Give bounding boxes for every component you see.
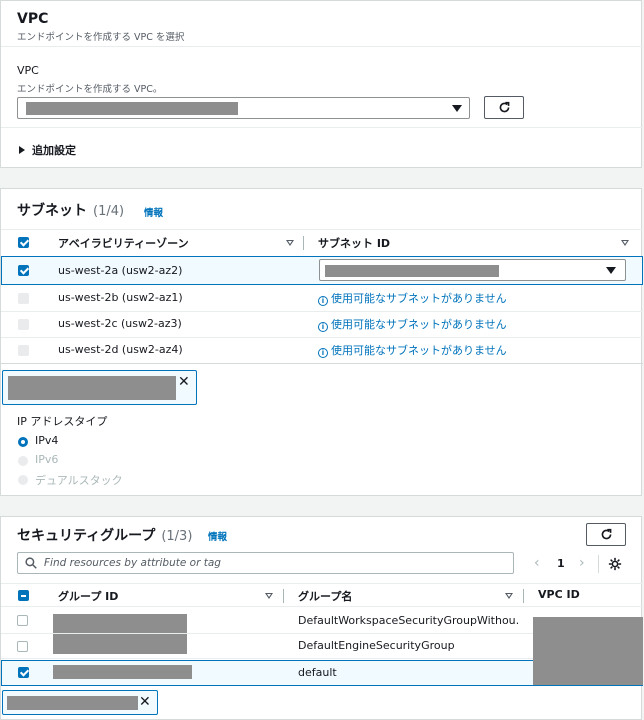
ipv4-label: IPv4 [35, 434, 59, 447]
redacted-security-group-token-label [7, 696, 138, 710]
vpc-field-label: VPC [17, 64, 39, 77]
vpc-title: VPC [17, 11, 49, 27]
next-page-icon[interactable]: › [579, 555, 585, 571]
subnets-title: サブネット [17, 203, 87, 219]
security-groups-search-input[interactable]: Find resources by attribute or tag [17, 552, 514, 574]
redacted-group-id [53, 614, 187, 654]
subnets-header: サブネット (1/4) [17, 200, 124, 220]
row-checkbox[interactable] [17, 615, 28, 626]
divider [1, 46, 643, 47]
row-divider [1, 337, 643, 338]
security-groups-count: (1/3) [161, 529, 193, 544]
col-az-header: アベイラビリティーゾーン [58, 237, 189, 250]
col-divider [523, 589, 524, 603]
row-checkbox[interactable] [18, 319, 29, 330]
redacted-vpc-id-column [533, 617, 643, 685]
redacted-subnet-token-label [8, 376, 176, 400]
prev-page-icon[interactable]: ‹ [534, 555, 540, 571]
subnets-info-link[interactable]: 情報 [144, 205, 163, 219]
security-groups-panel: セキュリティグループ (1/3) 情報 Find resources by at… [0, 516, 643, 720]
col-subnet-id-header: サブネット ID [318, 237, 391, 250]
security-groups-info-link[interactable]: 情報 [208, 529, 227, 543]
col-divider [303, 236, 304, 250]
close-icon[interactable]: ✕ [139, 695, 151, 709]
sort-icon[interactable] [505, 593, 513, 599]
ipv6-radio[interactable] [18, 456, 28, 466]
group-name-cell: default [298, 666, 337, 679]
select-all-checkbox[interactable] [18, 237, 29, 248]
col-group-id-header: グループ ID [58, 590, 119, 603]
row-checkbox[interactable] [18, 265, 29, 276]
vpc-panel: VPC エンドポイントを作成する VPC を選択 VPC エンドポイントを作成す… [0, 0, 643, 168]
group-name-cell: DefaultWorkspaceSecurityGroupWithou… [298, 614, 518, 627]
no-subnet-message: i 使用可能なサブネットがありません [318, 290, 507, 306]
additional-settings-label: 追加設定 [32, 144, 76, 157]
additional-settings-toggle[interactable]: 追加設定 [19, 142, 76, 158]
redacted-group-id [53, 665, 192, 679]
redacted-subnet-id [325, 265, 499, 277]
az-cell: us-west-2d (usw2-az4) [58, 343, 183, 356]
close-icon[interactable]: ✕ [178, 375, 190, 389]
ip-address-type-label: IP アドレスタイプ [17, 415, 108, 428]
caret-down-icon [452, 105, 462, 112]
selected-security-group-token: ✕ [2, 690, 158, 715]
row-checkbox[interactable] [18, 345, 29, 356]
row-checkbox[interactable] [18, 667, 29, 678]
sort-icon[interactable] [286, 240, 294, 246]
subnets-count: (1/4) [93, 204, 125, 219]
subnets-panel: サブネット (1/4) 情報 アベイラビリティーゾーン サブネット ID us-… [0, 188, 643, 496]
sort-icon[interactable] [265, 593, 273, 599]
security-groups-header: セキュリティグループ (1/3) [17, 525, 192, 545]
col-divider [283, 589, 284, 603]
caret-down-icon [606, 267, 616, 274]
sort-icon[interactable] [621, 240, 629, 246]
select-all-checkbox[interactable] [18, 590, 29, 601]
no-subnet-message: i 使用可能なサブネットがありません [318, 342, 507, 358]
subnets-table-header: アベイラビリティーゾーン サブネット ID [1, 229, 643, 255]
search-placeholder: Find resources by attribute or tag [44, 557, 221, 569]
redacted-vpc-value [26, 102, 238, 115]
security-groups-title: セキュリティグループ [17, 528, 156, 544]
subnet-id-select[interactable] [319, 259, 626, 281]
col-vpc-id-header: VPC ID [538, 588, 580, 601]
info-icon: i [318, 296, 328, 306]
row-checkbox[interactable] [18, 293, 29, 304]
search-icon [25, 557, 37, 569]
page-number[interactable]: 1 [557, 557, 565, 570]
row-checkbox[interactable] [17, 641, 28, 652]
vpc-description: エンドポイントを作成する VPC を選択 [17, 32, 185, 43]
refresh-icon [499, 101, 509, 113]
group-name-cell: DefaultEngineSecurityGroup [298, 639, 455, 652]
divider [598, 555, 599, 573]
row-divider [1, 363, 643, 364]
info-icon: i [318, 322, 328, 332]
security-groups-table-header: グループ ID グループ名 VPC ID [1, 583, 643, 607]
dualstack-radio[interactable] [18, 475, 28, 485]
vpc-refresh-button[interactable] [484, 96, 524, 119]
row-divider [1, 311, 643, 312]
az-cell: us-west-2c (usw2-az3) [58, 317, 182, 330]
no-subnet-message: i 使用可能なサブネットがありません [318, 316, 507, 332]
ipv6-label: IPv6 [35, 453, 59, 466]
dualstack-label: デュアルスタック [35, 474, 123, 487]
az-cell: us-west-2b (usw2-az1) [58, 291, 183, 304]
table-row[interactable]: us-west-2a (usw2-az2) [1, 256, 643, 285]
ipv4-radio[interactable] [18, 437, 28, 447]
divider [1, 127, 643, 128]
selected-subnet-token: ✕ [2, 370, 197, 405]
info-icon: i [318, 348, 328, 358]
col-group-name-header: グループ名 [298, 590, 353, 603]
security-groups-refresh-button[interactable] [586, 523, 626, 546]
vpc-field-description: エンドポイントを作成する VPC。 [17, 84, 163, 95]
vpc-select[interactable] [17, 97, 470, 119]
gear-icon[interactable] [608, 557, 622, 571]
caret-right-icon [19, 146, 25, 154]
refresh-icon [601, 528, 611, 540]
az-cell: us-west-2a (usw2-az2) [58, 264, 183, 277]
